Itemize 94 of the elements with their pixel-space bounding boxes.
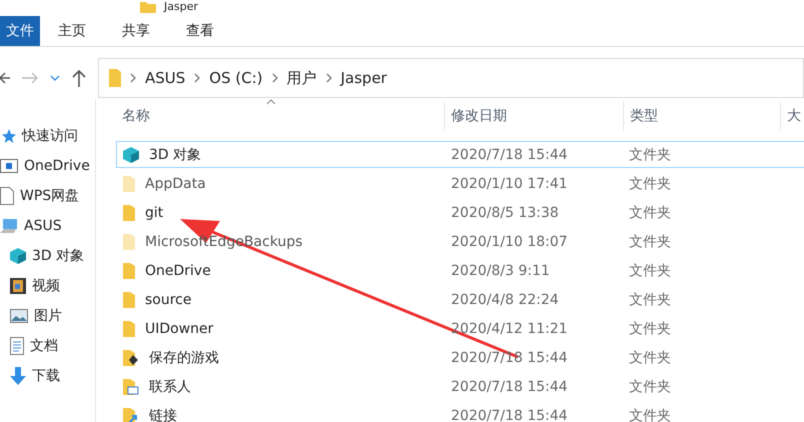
sidebar-label: 图片: [34, 307, 62, 325]
file-row[interactable]: source 2020/4/8 22:24 文件夹: [116, 286, 804, 313]
download-icon: [10, 367, 26, 385]
file-name: UIDowner: [145, 320, 214, 336]
chevron-icon: [326, 73, 332, 83]
file-row[interactable]: OneDrive 2020/8/3 9:11 文件夹: [116, 257, 804, 284]
ribbon-tab[interactable]: 文件: [0, 16, 40, 46]
star-icon: [0, 128, 16, 144]
sidebar-label: 文档: [30, 337, 58, 355]
sidebar-item[interactable]: 快速访问: [0, 121, 95, 151]
address-field[interactable]: ASUS OS (C:) 用户 Jasper: [98, 58, 804, 98]
file-name: git: [145, 204, 164, 220]
sidebar-label: WPS网盘: [20, 187, 80, 205]
folder-icon: [123, 176, 135, 192]
file-name: source: [145, 292, 192, 308]
modified-date: 2020/4/12 11:21: [450, 320, 569, 338]
file-type: 文件夹: [628, 348, 672, 368]
file-type: 文件夹: [628, 232, 672, 252]
file-type: 文件夹: [628, 262, 672, 280]
column-header[interactable]: 大: [781, 100, 804, 130]
file-row[interactable]: AppData 2020/1/10 17:41 文件夹: [116, 170, 804, 197]
column-header[interactable]: 名称: [116, 100, 445, 130]
sidebar-item[interactable]: WPS网盘: [0, 181, 95, 211]
sidebar-label: 下载: [32, 367, 60, 385]
sidebar-item[interactable]: 视频: [0, 271, 95, 301]
sidebar-label: 3D 对象: [32, 247, 84, 265]
folder-icon: [123, 262, 135, 278]
file-type: 文件夹: [628, 290, 672, 310]
document-icon: [10, 337, 24, 355]
sidebar-label: OneDrive: [24, 158, 90, 174]
chevron-icon: [272, 73, 278, 83]
sidebar-item[interactable]: 图片: [0, 301, 95, 331]
column-header[interactable]: 修改日期: [445, 100, 624, 130]
modified-date: 2020/7/18 15:44: [450, 378, 569, 396]
modified-date: 2020/4/8 22:24: [450, 290, 560, 310]
window-title: Jasper: [164, 0, 198, 14]
back-icon[interactable]: [0, 71, 10, 85]
file-type: 文件夹: [628, 378, 672, 396]
file-type: 文件夹: [628, 204, 672, 222]
column-header[interactable]: 类型: [624, 100, 781, 130]
file-name: 链接: [149, 406, 177, 422]
file-type: 文件夹: [628, 174, 672, 194]
contact-folder-icon: [123, 378, 139, 394]
cube-icon: [10, 248, 26, 264]
sidebar-label: 快速访问: [22, 127, 78, 145]
sidebar-label: 视频: [32, 277, 60, 295]
game-folder-icon: [123, 350, 139, 366]
modified-date: 2020/8/3 9:11: [450, 262, 551, 280]
cube-icon: [123, 146, 139, 162]
modified-date: 2020/1/10 18:07: [450, 232, 569, 252]
folder-icon: [109, 69, 121, 87]
modified-date: 2020/7/18 15:44: [450, 348, 569, 368]
sidebar-item[interactable]: OneDrive: [0, 151, 95, 181]
file-row[interactable]: git 2020/8/5 13:38 文件夹: [116, 199, 804, 226]
folder-icon: [140, 1, 156, 13]
sort-caret-icon: [266, 99, 276, 105]
file-row[interactable]: UIDowner 2020/4/12 11:21 文件夹: [116, 315, 804, 342]
sidebar-item[interactable]: 3D 对象: [0, 241, 95, 271]
file-name: 联系人: [149, 378, 191, 396]
file-name: 保存的游戏: [149, 348, 219, 366]
file-type: 文件夹: [628, 146, 672, 164]
chevron-icon: [130, 73, 136, 83]
sidebar-item[interactable]: ASUS: [0, 211, 95, 241]
file-name: OneDrive: [145, 262, 211, 278]
file-name: AppData: [145, 176, 206, 192]
chevron-icon: [194, 73, 200, 83]
modified-date: 2020/1/10 17:41: [450, 174, 569, 194]
sidebar-item[interactable]: 下载: [0, 361, 95, 391]
file-row[interactable]: 保存的游戏 2020/7/18 15:44 文件夹: [116, 344, 804, 371]
modified-date: 2020/7/18 15:44: [450, 406, 569, 422]
sidebar-item[interactable]: 文档: [0, 331, 95, 361]
modified-date: 2020/8/5 13:38: [450, 204, 560, 222]
file-name: 3D 对象: [149, 146, 202, 164]
file-type: 文件夹: [628, 320, 672, 338]
picture-icon: [10, 309, 28, 323]
link-folder-icon: [123, 408, 139, 422]
modified-date: 2020/7/18 15:44: [450, 146, 569, 164]
folder-icon: [123, 234, 135, 250]
file-row[interactable]: 联系人 2020/7/18 15:44 文件夹: [116, 373, 804, 400]
file-row[interactable]: 链接 2020/7/18 15:44 文件夹: [116, 402, 804, 422]
film-icon: [10, 278, 26, 294]
file-type: 文件夹: [628, 406, 672, 422]
path-segment[interactable]: Jasper: [340, 69, 387, 87]
dropdown-icon[interactable]: [50, 75, 60, 81]
sidebar-label: ASUS: [24, 218, 62, 234]
folder-icon: [123, 292, 135, 308]
path-segment[interactable]: 用户: [286, 68, 317, 88]
up-icon[interactable]: [72, 69, 86, 87]
path-segment[interactable]: ASUS: [145, 69, 186, 87]
folder-icon: [123, 320, 135, 336]
computer-icon: [0, 218, 18, 234]
file-row[interactable]: 3D 对象 2020/7/18 15:44 文件夹: [116, 141, 804, 168]
path-segment[interactable]: OS (C:): [209, 69, 263, 87]
folder-icon: [123, 204, 135, 220]
